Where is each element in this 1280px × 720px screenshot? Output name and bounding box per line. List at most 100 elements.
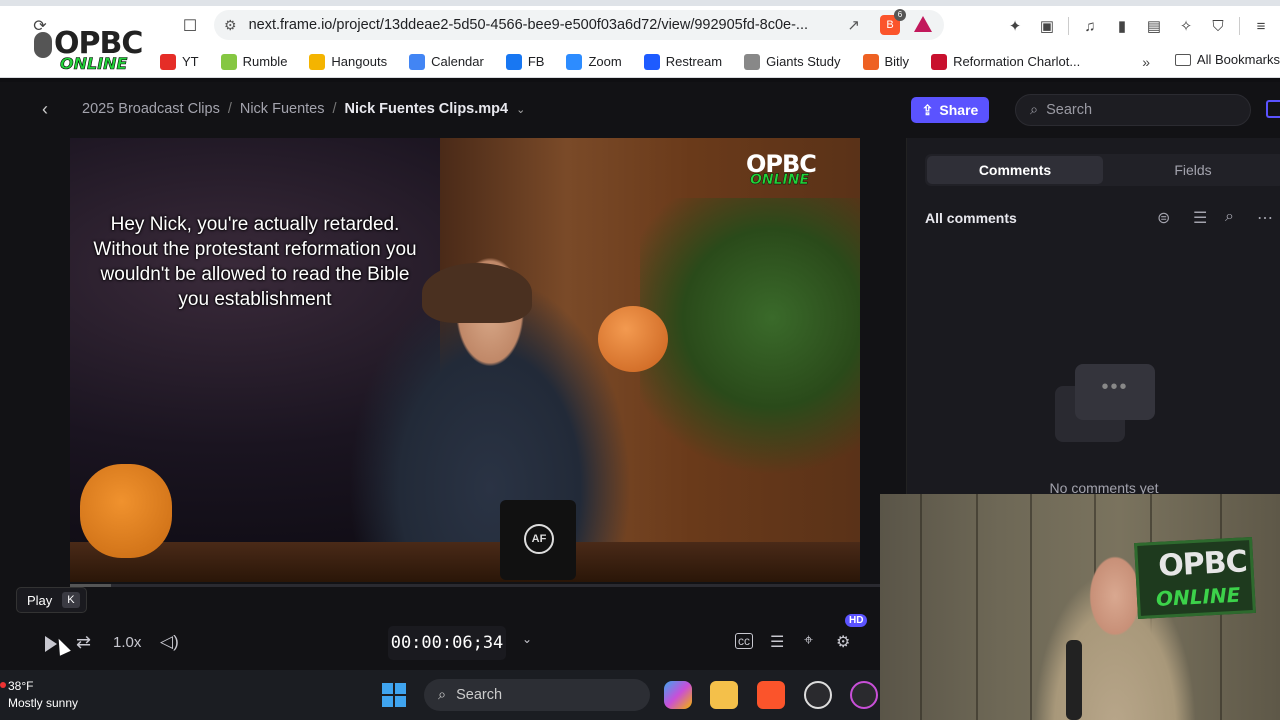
taskbar-search-input[interactable]: ⌕ Search	[424, 679, 650, 711]
share-label: Share	[939, 102, 979, 118]
opbc-logo-overlay: OPBC ONLINE	[30, 26, 150, 74]
bookmark-item[interactable]: Restream	[643, 53, 723, 70]
obs-studio-icon[interactable]	[804, 681, 832, 709]
comment-search-icon[interactable]: ⌕	[1225, 208, 1234, 226]
search-input[interactable]: ⌕ Search	[1015, 94, 1251, 126]
weather-alert-dot	[0, 682, 6, 688]
player-controls: ⇄ 1.0x ◁) 00:00:06;34 ⌄ cc ☰ ⌖ ⚙ HD	[0, 614, 880, 666]
volume-icon[interactable]: ◁)	[160, 632, 179, 652]
chevron-down-icon[interactable]: ⌄	[516, 103, 525, 116]
filter-icon[interactable]: ⊜	[1157, 208, 1170, 228]
bookmark-item[interactable]: Giants Study	[744, 53, 841, 70]
sign-main-text: OPBC	[1157, 544, 1248, 584]
windows-start-icon[interactable]	[382, 683, 406, 707]
leo-ai-icon[interactable]: ✧	[1175, 15, 1197, 37]
bookmark-item[interactable]: Zoom	[566, 53, 622, 70]
weather-condition: Mostly sunny	[8, 696, 79, 710]
folder-icon	[1174, 53, 1191, 66]
bookmark-label: Hangouts	[331, 54, 388, 69]
sign-sub-text: ONLINE	[1155, 582, 1241, 612]
vpn-icon[interactable]: ⛉	[1207, 15, 1229, 37]
breadcrumb-project[interactable]: 2025 Broadcast Clips	[82, 101, 220, 117]
bookmark-favicon-icon	[643, 53, 660, 70]
video-person-hair	[422, 263, 532, 323]
file-explorer-icon[interactable]	[710, 681, 738, 709]
app-header: ‹ 2025 Broadcast Clips / Nick Fuentes / …	[0, 82, 1280, 136]
tooltip-shortcut-key: K	[62, 592, 80, 608]
playback-progress-bar[interactable]	[70, 584, 880, 587]
transcript-icon[interactable]: ☰	[770, 632, 784, 652]
brave-shields-icon[interactable]: B6	[880, 9, 906, 35]
bookmark-item[interactable]: YT	[160, 53, 199, 70]
bookmark-item[interactable]: Reformation Charlot...	[931, 53, 1081, 70]
site-info-icon[interactable]: ⚙	[224, 17, 237, 34]
bookmark-label: Calendar	[431, 54, 484, 69]
bookmark-icon[interactable]: ☐	[176, 12, 204, 40]
captions-icon[interactable]: cc	[735, 633, 753, 649]
all-bookmarks-button[interactable]: All Bookmarks	[1174, 52, 1280, 67]
bookmark-favicon-icon	[505, 53, 522, 70]
search-icon: ⌕	[438, 687, 447, 703]
logo-sub-text: ONLINE	[60, 54, 128, 74]
bookmark-item[interactable]: Hangouts	[309, 53, 388, 70]
marker-icon[interactable]: ⌖	[804, 632, 813, 650]
brave-rewards-icon[interactable]	[914, 16, 932, 32]
bookmark-item[interactable]: Rumble	[220, 53, 287, 70]
breadcrumb-folder[interactable]: Nick Fuentes	[240, 101, 325, 117]
weather-widget[interactable]: 38°F Mostly sunny	[0, 678, 79, 712]
bookmark-label: Zoom	[588, 54, 622, 69]
address-bar[interactable]: ⚙ next.frame.io/project/13ddeae2-5d50-45…	[214, 9, 944, 40]
webcam-opbc-sign: OPBC ONLINE	[1134, 536, 1256, 620]
brave-browser-icon[interactable]	[757, 681, 785, 709]
bookmark-favicon-icon	[220, 53, 237, 70]
screenshot-icon[interactable]: ▣	[1036, 15, 1058, 37]
breadcrumb-separator: /	[332, 101, 337, 117]
back-arrow-icon[interactable]: ‹	[42, 99, 48, 120]
media-player-icon[interactable]	[850, 681, 878, 709]
loop-icon[interactable]: ⇄	[76, 632, 91, 653]
share-icon: ⇪	[921, 101, 934, 118]
menu-icon[interactable]: ≡	[1250, 15, 1272, 37]
bookmark-label: Restream	[665, 54, 723, 69]
sort-icon[interactable]: ☰	[1193, 208, 1207, 228]
tab-fields[interactable]: Fields	[1105, 156, 1280, 184]
bookmark-favicon-icon	[160, 53, 176, 70]
bookmark-favicon-icon	[409, 53, 426, 70]
sidebar-icon[interactable]: ▮	[1111, 15, 1133, 37]
bookmark-favicon-icon	[862, 53, 879, 70]
video-jack-o-lantern	[80, 464, 172, 558]
settings-gear-icon[interactable]: ⚙	[836, 632, 850, 652]
url-text[interactable]: next.frame.io/project/13ddeae2-5d50-4566…	[249, 17, 809, 33]
hd-quality-badge: HD	[845, 614, 868, 627]
toolbar-divider	[1239, 17, 1240, 35]
panel-toggle-button[interactable]	[1266, 100, 1280, 118]
bookmarks-overflow-button[interactable]: »	[1142, 54, 1150, 70]
share-page-icon[interactable]: ↗	[847, 16, 860, 34]
extensions-icon[interactable]: ✦	[1004, 15, 1026, 37]
video-caption: Hey Nick, you're actually retarded. With…	[93, 214, 417, 310]
bookmark-item[interactable]: Bitly	[862, 53, 909, 70]
shields-count-badge: 6	[894, 9, 906, 21]
bookmark-label: YT	[182, 54, 199, 69]
tab-comments[interactable]: Comments	[927, 156, 1103, 184]
search-icon: ⌕	[1030, 102, 1039, 118]
breadcrumb-file[interactable]: Nick Fuentes Clips.mp4	[345, 101, 509, 117]
panel-tabs: Comments Fields	[925, 154, 1280, 186]
more-options-icon[interactable]: ⋯	[1257, 208, 1273, 228]
bookmark-label: Reformation Charlot...	[953, 54, 1081, 69]
media-icon[interactable]: ♫	[1079, 15, 1101, 37]
bookmark-item[interactable]: Calendar	[409, 53, 484, 70]
timecode-display[interactable]: 00:00:06;34	[388, 626, 506, 660]
bookmark-label: FB	[527, 54, 545, 69]
copilot-icon[interactable]	[664, 681, 692, 709]
microphone-icon	[34, 32, 52, 58]
bookmark-item[interactable]: FB	[505, 53, 545, 70]
video-player[interactable]: AF Hey Nick, you're actually retarded. W…	[70, 138, 860, 582]
empty-comments-icon: •••	[1055, 364, 1155, 444]
bookmark-favicon-icon	[566, 53, 583, 70]
share-button[interactable]: ⇪ Share	[911, 97, 989, 123]
mug-logo: AF	[524, 524, 554, 554]
timecode-dropdown-icon[interactable]: ⌄	[522, 632, 532, 646]
playback-speed-button[interactable]: 1.0x	[113, 634, 141, 651]
wallet-icon[interactable]: ▤	[1143, 15, 1165, 37]
